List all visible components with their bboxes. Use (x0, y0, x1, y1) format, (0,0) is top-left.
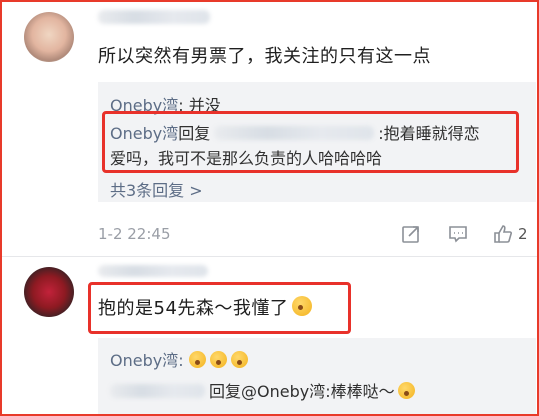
mention-blurred[interactable] (214, 126, 375, 140)
username-blurred[interactable] (98, 10, 210, 24)
thinking-emoji-icon (292, 296, 313, 316)
comment-text: 所以突然有男票了，我关注的只有这一点 (98, 46, 431, 67)
reply-box: Oneby湾: 并没 Oneby湾回复:抱着睡就得恋 爱吗，我可不是那么负责的人… (98, 82, 536, 202)
like-count: 2 (518, 225, 528, 243)
timestamp: 1-2 22:45 (98, 225, 171, 243)
reply-username[interactable]: Oneby湾: (110, 351, 184, 370)
username-blurred[interactable] (110, 384, 205, 398)
reply-word: 回复 (178, 124, 211, 143)
reply-item[interactable]: Oneby湾: (110, 347, 252, 371)
comment-icon[interactable] (447, 223, 469, 245)
reply-username[interactable]: Oneby湾 (110, 124, 178, 143)
reply-item[interactable]: 回复@Oneby湾:棒棒哒～ (110, 378, 419, 402)
reply-box: Oneby湾: 回复@Oneby湾:棒棒哒～ (98, 338, 536, 414)
thumbs-up-icon[interactable] (492, 223, 514, 245)
reply-text-line2: 爱吗，我可不是那么负责的人哈哈哈哈 (110, 149, 383, 168)
username-blurred[interactable] (98, 265, 208, 277)
scared-emoji-icon (230, 351, 248, 368)
grin-emoji-icon (397, 382, 415, 399)
comment-text-content: 抱的是54先森～我懂了 (98, 298, 289, 319)
scared-emoji-icon (188, 351, 206, 368)
avatar[interactable] (24, 12, 74, 62)
divider (2, 256, 537, 257)
scared-emoji-icon (209, 351, 227, 368)
comment-feed: 所以突然有男票了，我关注的只有这一点 Oneby湾: 并没 Oneby湾回复:抱… (0, 0, 539, 416)
reply-item[interactable]: Oneby湾回复 :抱着睡就得恋 (110, 120, 510, 144)
reply-text-line1: :抱着睡就得恋 (378, 124, 480, 143)
avatar[interactable] (24, 267, 74, 317)
share-icon[interactable] (400, 223, 422, 245)
more-replies-link[interactable]: 共3条回复 > (110, 177, 203, 201)
comment-text: 抱的是54先森～我懂了 (98, 294, 316, 320)
reply-text: 回复@Oneby湾:棒棒哒～ (209, 382, 395, 401)
